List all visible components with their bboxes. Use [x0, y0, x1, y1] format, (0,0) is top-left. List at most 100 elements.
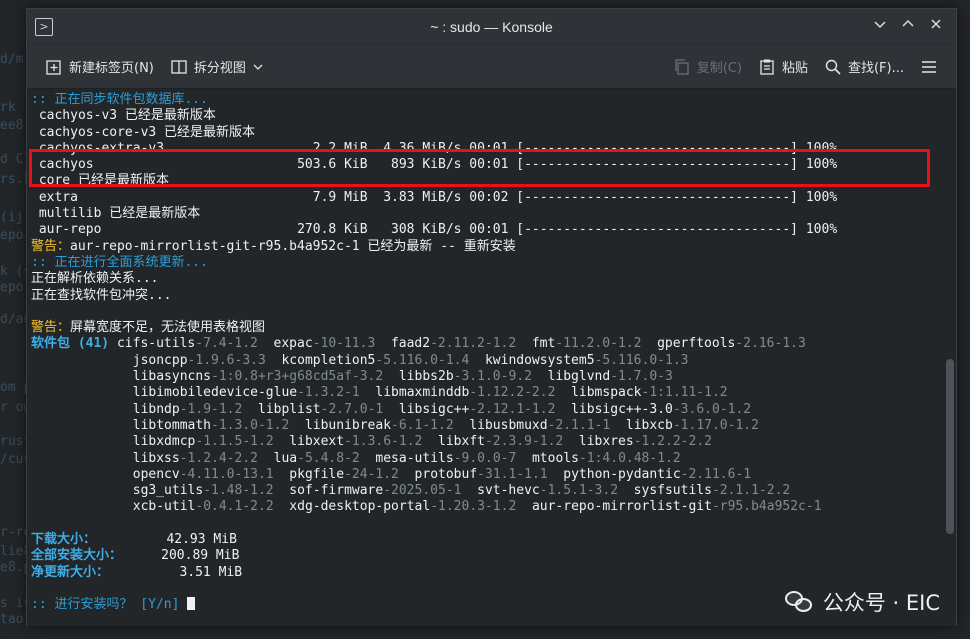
toolbar: 新建标签页(N) 拆分视图 复制(C) 粘贴 查找(F)...: [27, 45, 956, 89]
terminal-text: -5.116.0-1.4: [375, 352, 485, 368]
terminal-text: -2.11.2-1.2: [430, 336, 532, 352]
copy-icon: [675, 58, 689, 75]
chevron-up-icon[interactable]: [896, 15, 920, 39]
terminal-line: jsoncpp-1.9.6-3.3 kcompletion5-5.116.0-1…: [31, 353, 956, 369]
konsole-window: > ~ : sudo — Konsole 新建标签页(N) 拆分视图 复制(C)…: [26, 8, 957, 626]
terminal-line: 正在解析依赖关系...: [31, 271, 956, 287]
terminal-text: -1.2.2-2.2: [633, 434, 712, 450]
hamburger-menu-icon: [922, 60, 936, 73]
terminal-text: lua: [273, 450, 298, 466]
text-cursor: [187, 597, 196, 611]
terminal-text: libmspack: [571, 385, 642, 401]
konsole-app-icon[interactable]: >: [35, 18, 53, 36]
terminal-text: 3.51 MiB: [109, 564, 243, 580]
terminal-text: -31.1-1.1: [477, 466, 564, 482]
terminal-text: pkgfile: [289, 466, 345, 482]
terminal-text: 正在解析依赖关系...: [31, 271, 159, 287]
terminal-text: -1.3.0-1.2: [211, 417, 305, 433]
search-icon: [825, 59, 841, 75]
terminal-line: libxss-1.2.4-2.2 lua-5.4.8-2 mesa-utils-…: [31, 451, 956, 467]
terminal-text: -7.4-1.2: [195, 336, 274, 352]
terminal-line: 软件包 (41) cifs-utils-7.4-1.2 expac-10-11.…: [31, 336, 956, 352]
terminal-text: kcompletion5: [281, 352, 376, 368]
terminal-line: 正在查找软件包冲突...: [31, 288, 956, 304]
terminal-text: protobuf: [414, 466, 478, 482]
terminal-text: -2.11.6-1: [680, 466, 752, 482]
terminal-line: libtommath-1.3.0-1.2 libunibreak-6.1-1.2…: [31, 418, 956, 434]
terminal-text: 全部安装大小：: [31, 548, 123, 564]
terminal-text: svt-hevc: [477, 483, 540, 499]
terminal-line: 警告：屏幕宽度不足，无法使用表格视图: [31, 320, 956, 336]
terminal-line: libimobiledevice-glue-1.3.2-1 libmaxmind…: [31, 385, 956, 401]
terminal-line: 净更新大小： 3.51 MiB: [31, 565, 956, 581]
terminal-text: libasyncns: [31, 369, 212, 385]
terminal-text: -4.11.0-13.1: [179, 466, 290, 482]
terminal-text: kwindowsystem5: [484, 352, 595, 368]
split-view-icon: [171, 59, 187, 74]
terminal-text: 警告：: [31, 238, 71, 254]
terminal-text: -1.2.4-2.2: [179, 450, 274, 466]
terminal-text: libimobiledevice-glue: [31, 385, 298, 401]
terminal-text: -r95.b4a952c-1: [711, 499, 822, 515]
terminal-text: aur-repo-mirrorlist-git-r95.b4a952c-1 已经…: [70, 238, 516, 254]
terminal-text: multilib 已经是最新版本: [31, 206, 201, 222]
red-highlight-box: [29, 149, 930, 187]
terminal-text: libusbmuxd: [469, 417, 548, 433]
terminal-text: libxdmcp: [31, 434, 196, 450]
new-tab-label: 新建标签页(N): [69, 61, 154, 76]
terminal-text: 净更新大小：: [31, 564, 110, 580]
terminal-text: 软件包 (41): [31, 336, 117, 352]
terminal-text: 42.93 MiB: [96, 532, 237, 548]
terminal-text: gperftools: [657, 336, 736, 352]
terminal-text: -1:0.8+r3+g68cd5af-3.2: [211, 369, 399, 385]
paste-button[interactable]: 粘贴: [750, 53, 816, 80]
terminal-text: -2.1.1-2.2: [711, 483, 791, 499]
title-bar[interactable]: > ~ : sudo — Konsole: [27, 9, 956, 45]
terminal-line: :: 正在同步软件包数据库...: [31, 92, 956, 108]
copy-label: 复制(C): [696, 61, 742, 76]
terminal-text: -1.9-1.2: [179, 401, 258, 417]
find-button[interactable]: 查找(F)...: [816, 53, 912, 80]
find-label: 查找(F)...: [847, 61, 904, 76]
terminal-text: jsoncpp: [31, 352, 188, 368]
split-view-label: 拆分视图: [193, 61, 246, 76]
copy-button[interactable]: 复制(C): [665, 53, 750, 80]
hamburger-menu-button[interactable]: [912, 54, 946, 80]
terminal-text: sysfsutils: [633, 483, 712, 499]
terminal-text: :: 进行安装吗？ [Y/n]: [31, 597, 188, 613]
chevron-down-icon: [253, 64, 263, 70]
chevron-down-icon[interactable]: [868, 15, 892, 39]
terminal-text: -2.12.1-1.2: [469, 401, 572, 417]
terminal-text: libxss: [31, 450, 180, 466]
terminal-text: -1.3.2-1: [297, 385, 376, 401]
paste-icon: [760, 59, 774, 75]
close-icon[interactable]: [924, 15, 948, 39]
terminal-text: -1:4.0.48-1.2: [578, 450, 681, 466]
terminal-text: xdg-desktop-portal: [289, 499, 431, 515]
new-tab-icon: [46, 59, 61, 75]
terminal-text: libplist: [258, 401, 321, 417]
terminal-text: -1.17.0-1.2: [672, 417, 759, 433]
window-controls: [868, 9, 948, 45]
terminal-text: python-pydantic: [563, 466, 681, 482]
terminal-text: mesa-utils: [375, 450, 454, 466]
terminal-text: libtommath: [31, 417, 212, 433]
terminal-text: -2.3.9-1.2: [484, 434, 579, 450]
terminal-line: multilib 已经是最新版本: [31, 206, 956, 222]
scrollbar-handle[interactable]: [946, 359, 954, 534]
terminal-text: -3.6.0-1.2: [672, 401, 752, 417]
split-view-button[interactable]: 拆分视图: [162, 53, 272, 80]
terminal-text: libxext: [289, 434, 345, 450]
terminal-text: 屏幕宽度不足，无法使用表格视图: [70, 320, 266, 336]
terminal-text: opencv: [31, 466, 180, 482]
terminal-text: xcb-util: [31, 499, 196, 515]
terminal-line: cachyos-v3 已经是最新版本: [31, 108, 956, 124]
terminal-text: -1.12.2-2.2: [469, 385, 572, 401]
new-tab-button[interactable]: 新建标签页(N): [37, 53, 162, 80]
terminal-text: faad2: [390, 336, 431, 352]
paste-label: 粘贴: [781, 61, 808, 76]
terminal-text: aur-repo-mirrorlist-git: [531, 499, 712, 515]
terminal-text: -5.116.0-1.3: [594, 352, 689, 368]
